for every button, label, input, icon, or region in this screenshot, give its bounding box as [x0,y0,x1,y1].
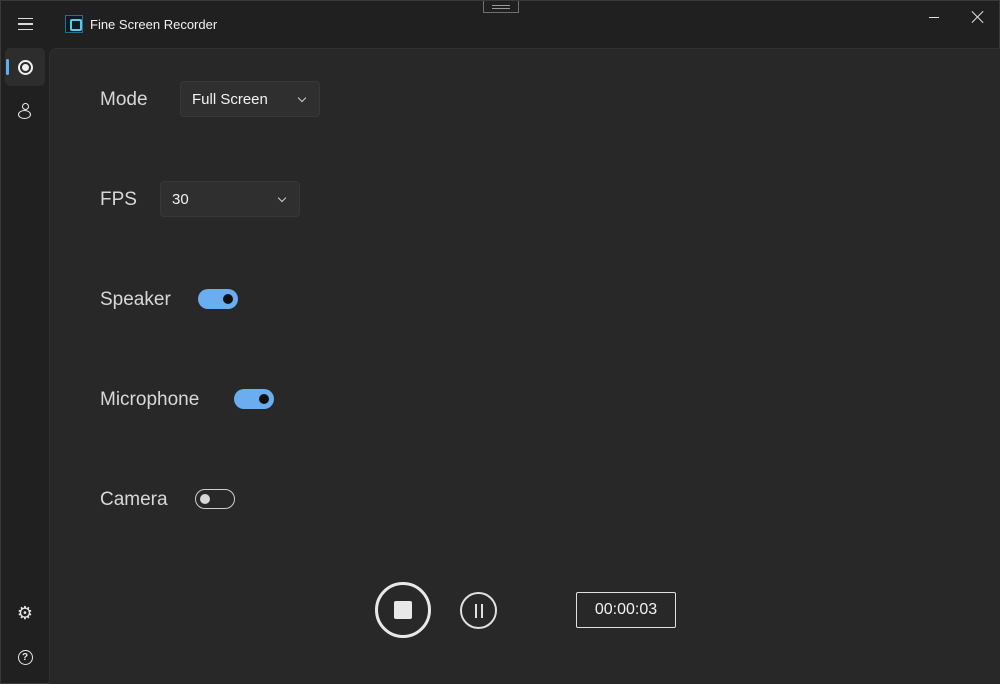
speaker-label: Speaker [100,289,171,310]
toggle-knob [223,294,233,304]
microphone-toggle[interactable] [234,389,274,409]
selection-indicator [6,59,9,75]
sidebar-item-help[interactable]: ? [5,638,45,676]
speaker-toggle[interactable] [198,289,238,309]
chevron-down-icon [277,193,287,203]
fps-value: 30 [172,190,189,208]
app-title: Fine Screen Recorder [90,17,218,32]
toggle-knob [200,493,210,504]
title-bar[interactable]: Fine Screen Recorder [1,1,1000,47]
recording-timer: 00:00:03 [576,592,676,628]
close-button[interactable] [955,1,1000,33]
close-icon [972,11,984,23]
app-window: Fine Screen Recorder ⚙ ? Mode Full Scree… [0,0,1000,684]
fps-label: FPS [100,189,137,210]
mode-value: Full Screen [192,90,268,108]
minimize-icon [929,16,939,18]
stop-icon [394,601,412,619]
drag-handle[interactable] [483,1,519,13]
sidebar-item-record[interactable] [5,48,45,86]
menu-icon[interactable] [9,9,41,39]
sidebar-item-webcam[interactable] [5,92,45,130]
pause-icon [474,603,483,618]
chevron-down-icon [297,93,307,103]
fps-dropdown[interactable]: 30 [160,181,300,217]
main-content: Mode Full Screen FPS 30 Speaker Micropho… [49,48,1000,684]
minimize-button[interactable] [911,1,957,33]
sidebar-item-settings[interactable]: ⚙ [5,594,45,632]
gear-icon: ⚙ [16,603,34,623]
pause-button[interactable] [460,592,497,629]
app-logo-icon [65,15,83,33]
mode-dropdown[interactable]: Full Screen [180,81,320,117]
camera-label: Camera [100,489,168,510]
camera-toggle[interactable] [195,489,235,509]
person-icon [18,103,32,119]
mode-label: Mode [100,89,148,110]
stop-button[interactable] [375,582,431,638]
microphone-label: Microphone [100,389,200,410]
toggle-knob [259,394,269,404]
record-icon [17,59,33,75]
help-icon: ? [17,649,33,665]
